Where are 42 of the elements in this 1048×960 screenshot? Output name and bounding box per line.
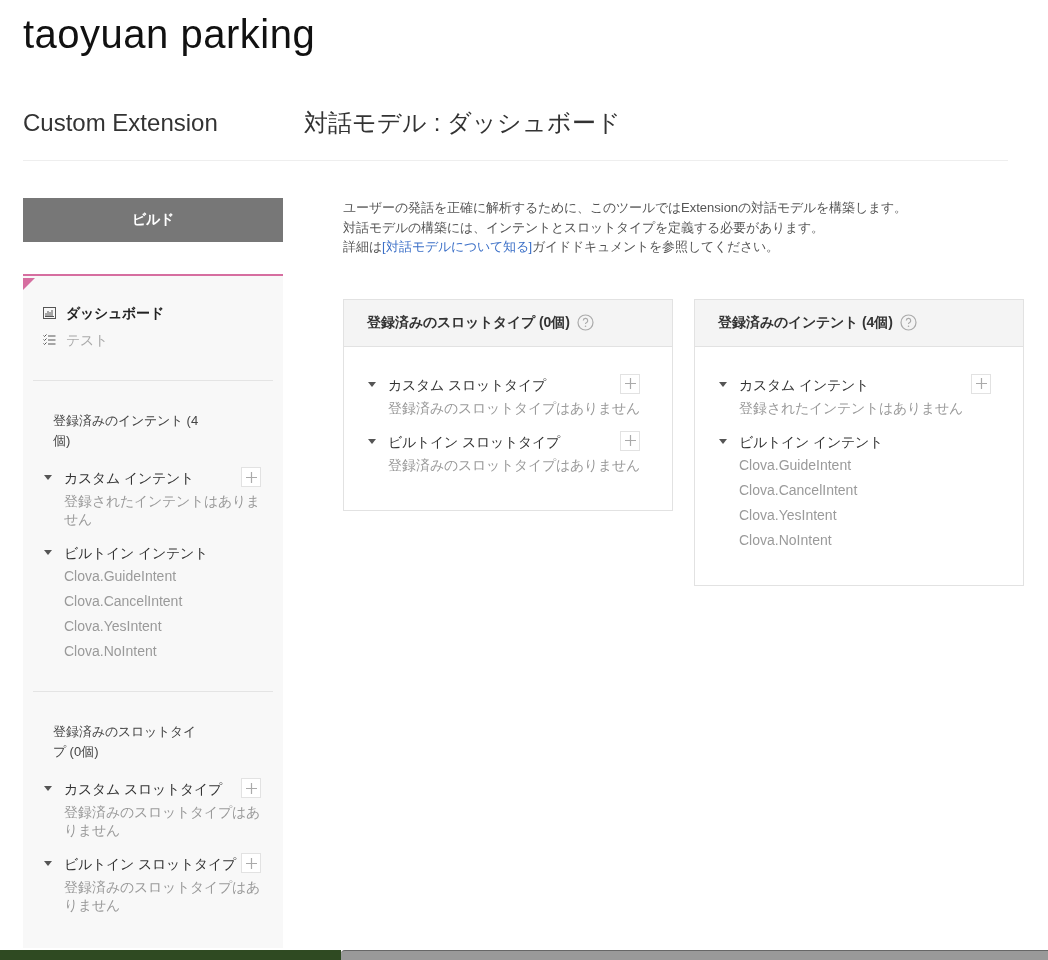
description-text: ユーザーの発話を正確に解析するために、このツールではExtensionの対話モデルを構築します。 対話モデルの構築には、インテントとスロットタイプを定義する必要があります。 詳細は[対話モデルについて知る]ガイドドキュメントを参照してください。 [343,199,909,256]
guide-link[interactable]: [対話モデルについて知る] [382,239,533,254]
empty-message: 登録済みのスロットタイプはありません [388,455,641,474]
section-name: Custom Extension [23,109,219,137]
empty-message: 登録済みのスロットタイプはありません [388,398,641,417]
empty-message: 登録済みのスロットタイプはありません [64,878,261,914]
plus-icon [245,471,257,483]
intent-item[interactable]: Clova.CancelIntent [64,592,263,610]
intent-item[interactable]: Clova.GuideIntent [64,567,263,585]
group-label: カスタム スロットタイプ [64,780,224,798]
group-label: ビルトイン スロットタイプ [64,855,238,873]
group-label: ビルトイン スロットタイプ [388,432,562,451]
intent-item[interactable]: Clova.GuideIntent [739,455,993,474]
chart-icon [43,307,56,319]
nav-item[interactable]: テスト [43,331,108,349]
empty-message: 登録されたインテントはありません [739,398,964,417]
group-label: ビルトイン インテント [739,432,884,451]
group-label: カスタム インテント [64,469,195,487]
plus-icon [975,378,987,389]
nav-item[interactable]: ダッシュボード [43,304,164,322]
intent-item[interactable]: Clova.YesIntent [739,505,993,524]
intent-item[interactable]: Clova.NoIntent [64,642,263,660]
plus-icon [624,435,636,446]
intent-item[interactable]: Clova.NoIntent [739,530,993,549]
plus-icon [245,857,257,869]
group-label: カスタム インテント [739,375,870,394]
page-title: 対話モデル : ダッシュボード [304,108,621,138]
app-title: taoyuan parking [23,11,317,58]
card-title: 登録済みのインテント (4個) [718,313,893,332]
build-button[interactable]: ビルド [23,198,283,242]
plus-icon [624,378,636,389]
plus-icon [245,782,257,794]
intent-item[interactable]: Clova.YesIntent [64,617,263,635]
checklist-icon [43,334,56,346]
intent-item[interactable]: Clova.CancelIntent [739,480,993,499]
card-title: 登録済みのスロットタイプ (0個) [367,313,570,332]
section-title: 登録済みのインテント (4個) [53,412,200,450]
section-title: 登録済みのスロットタイプ (0個) [53,723,197,761]
group-label: カスタム スロットタイプ [388,375,548,394]
empty-message: 登録されたインテントはありません [64,492,261,528]
group-label: ビルトイン インテント [64,544,209,562]
empty-message: 登録済みのスロットタイプはありません [64,803,261,839]
